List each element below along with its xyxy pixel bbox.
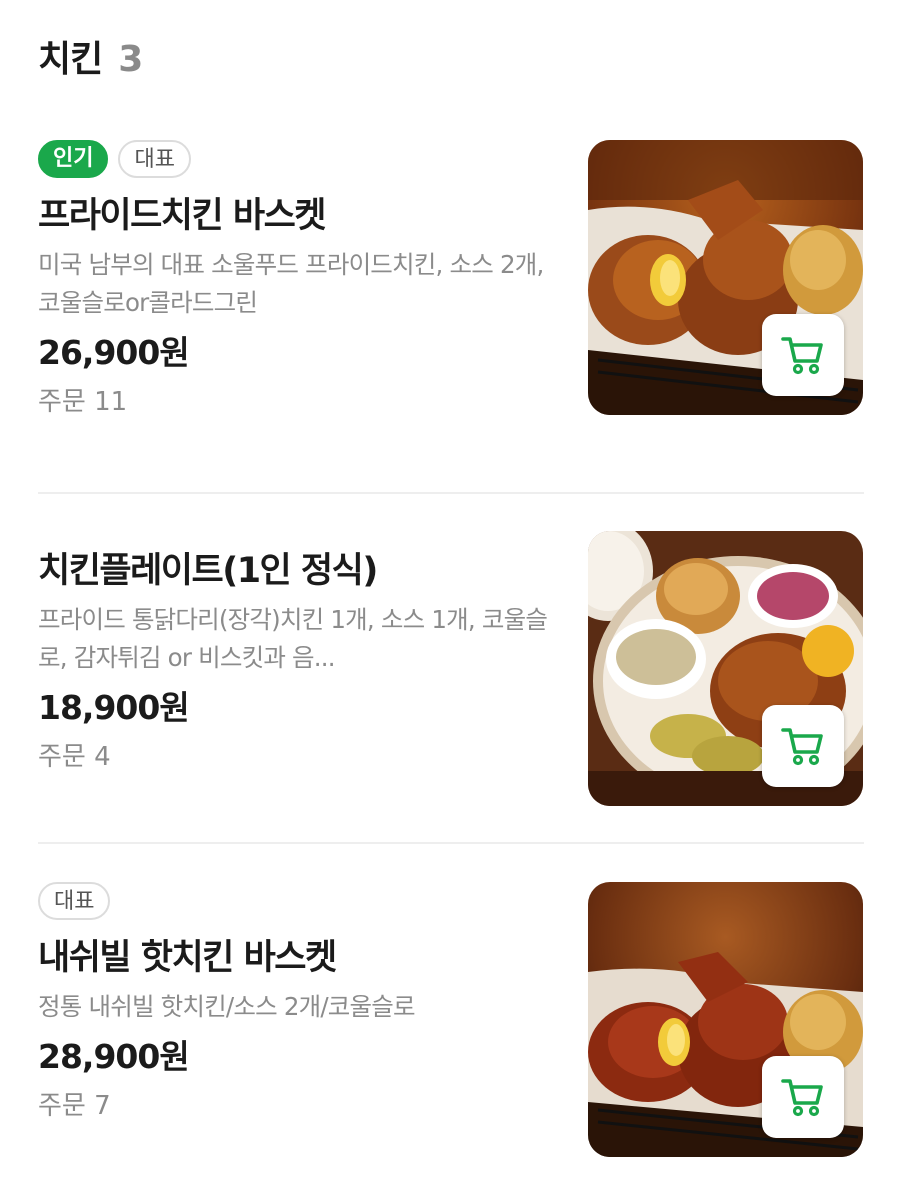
section-title: 치킨 xyxy=(38,39,103,80)
section-header: 치킨 3 xyxy=(38,30,143,84)
menu-item-photo[interactable] xyxy=(588,882,863,1157)
signature-badge: 대표 xyxy=(118,140,191,178)
signature-badge: 대표 xyxy=(38,882,111,920)
menu-item-info: 대표 내쉬빌 핫치킨 바스켓 정통 내쉬빌 핫치킨/소스 2개/코울슬로 28,… xyxy=(38,882,558,1126)
shopping-cart-icon xyxy=(781,1079,823,1117)
menu-item-price: 18,900원 xyxy=(38,688,190,727)
shopping-cart-icon xyxy=(781,337,823,375)
menu-item-fried-chicken-basket[interactable]: 인기 대표 프라이드치킨 바스켓 미국 남부의 대표 소울푸드 프라이드치킨, … xyxy=(38,140,864,450)
menu-item-price: 28,900원 xyxy=(38,1037,190,1076)
menu-item-chicken-plate[interactable]: 치킨플레이트(1인 정식) 프라이드 통닭다리(장각)치킨 1개, 소스 1개,… xyxy=(38,531,864,841)
add-to-cart-button[interactable] xyxy=(762,705,844,787)
menu-item-name: 프라이드치킨 바스켓 xyxy=(38,196,327,236)
badge-row: 인기 대표 xyxy=(38,140,558,180)
popular-badge: 인기 xyxy=(38,140,109,178)
menu-item-order-count: 주문 7 xyxy=(38,1091,111,1121)
item-divider xyxy=(38,492,864,494)
menu-item-name: 내쉬빌 핫치킨 바스켓 xyxy=(38,938,337,978)
badge-row: 대표 xyxy=(38,882,558,922)
menu-item-order-count: 주문 11 xyxy=(38,387,128,417)
menu-item-nashville-hot-chicken-basket[interactable]: 대표 내쉬빌 핫치킨 바스켓 정통 내쉬빌 핫치킨/소스 2개/코울슬로 28,… xyxy=(38,882,864,1182)
add-to-cart-button[interactable] xyxy=(762,314,844,396)
menu-item-name: 치킨플레이트(1인 정식) xyxy=(38,551,378,591)
menu-item-photo[interactable] xyxy=(588,140,863,415)
menu-item-description: 정통 내쉬빌 핫치킨/소스 2개/코울슬로 xyxy=(38,992,416,1021)
add-to-cart-button[interactable] xyxy=(762,1056,844,1138)
shopping-cart-icon xyxy=(781,728,823,766)
menu-item-info: 인기 대표 프라이드치킨 바스켓 미국 남부의 대표 소울푸드 프라이드치킨, … xyxy=(38,140,558,422)
menu-item-description: 프라이드 통닭다리(장각)치킨 1개, 소스 1개, 코울슬로, 감자튀김 or… xyxy=(38,605,548,672)
menu-item-info: 치킨플레이트(1인 정식) 프라이드 통닭다리(장각)치킨 1개, 소스 1개,… xyxy=(38,549,558,777)
menu-item-photo[interactable] xyxy=(588,531,863,806)
section-item-count: 3 xyxy=(118,39,144,80)
menu-item-price: 26,900원 xyxy=(38,333,190,372)
item-divider xyxy=(38,842,864,844)
menu-item-order-count: 주문 4 xyxy=(38,742,111,772)
menu-item-description: 미국 남부의 대표 소울푸드 프라이드치킨, 소스 2개, 코울슬로or콜라드그… xyxy=(38,250,544,317)
